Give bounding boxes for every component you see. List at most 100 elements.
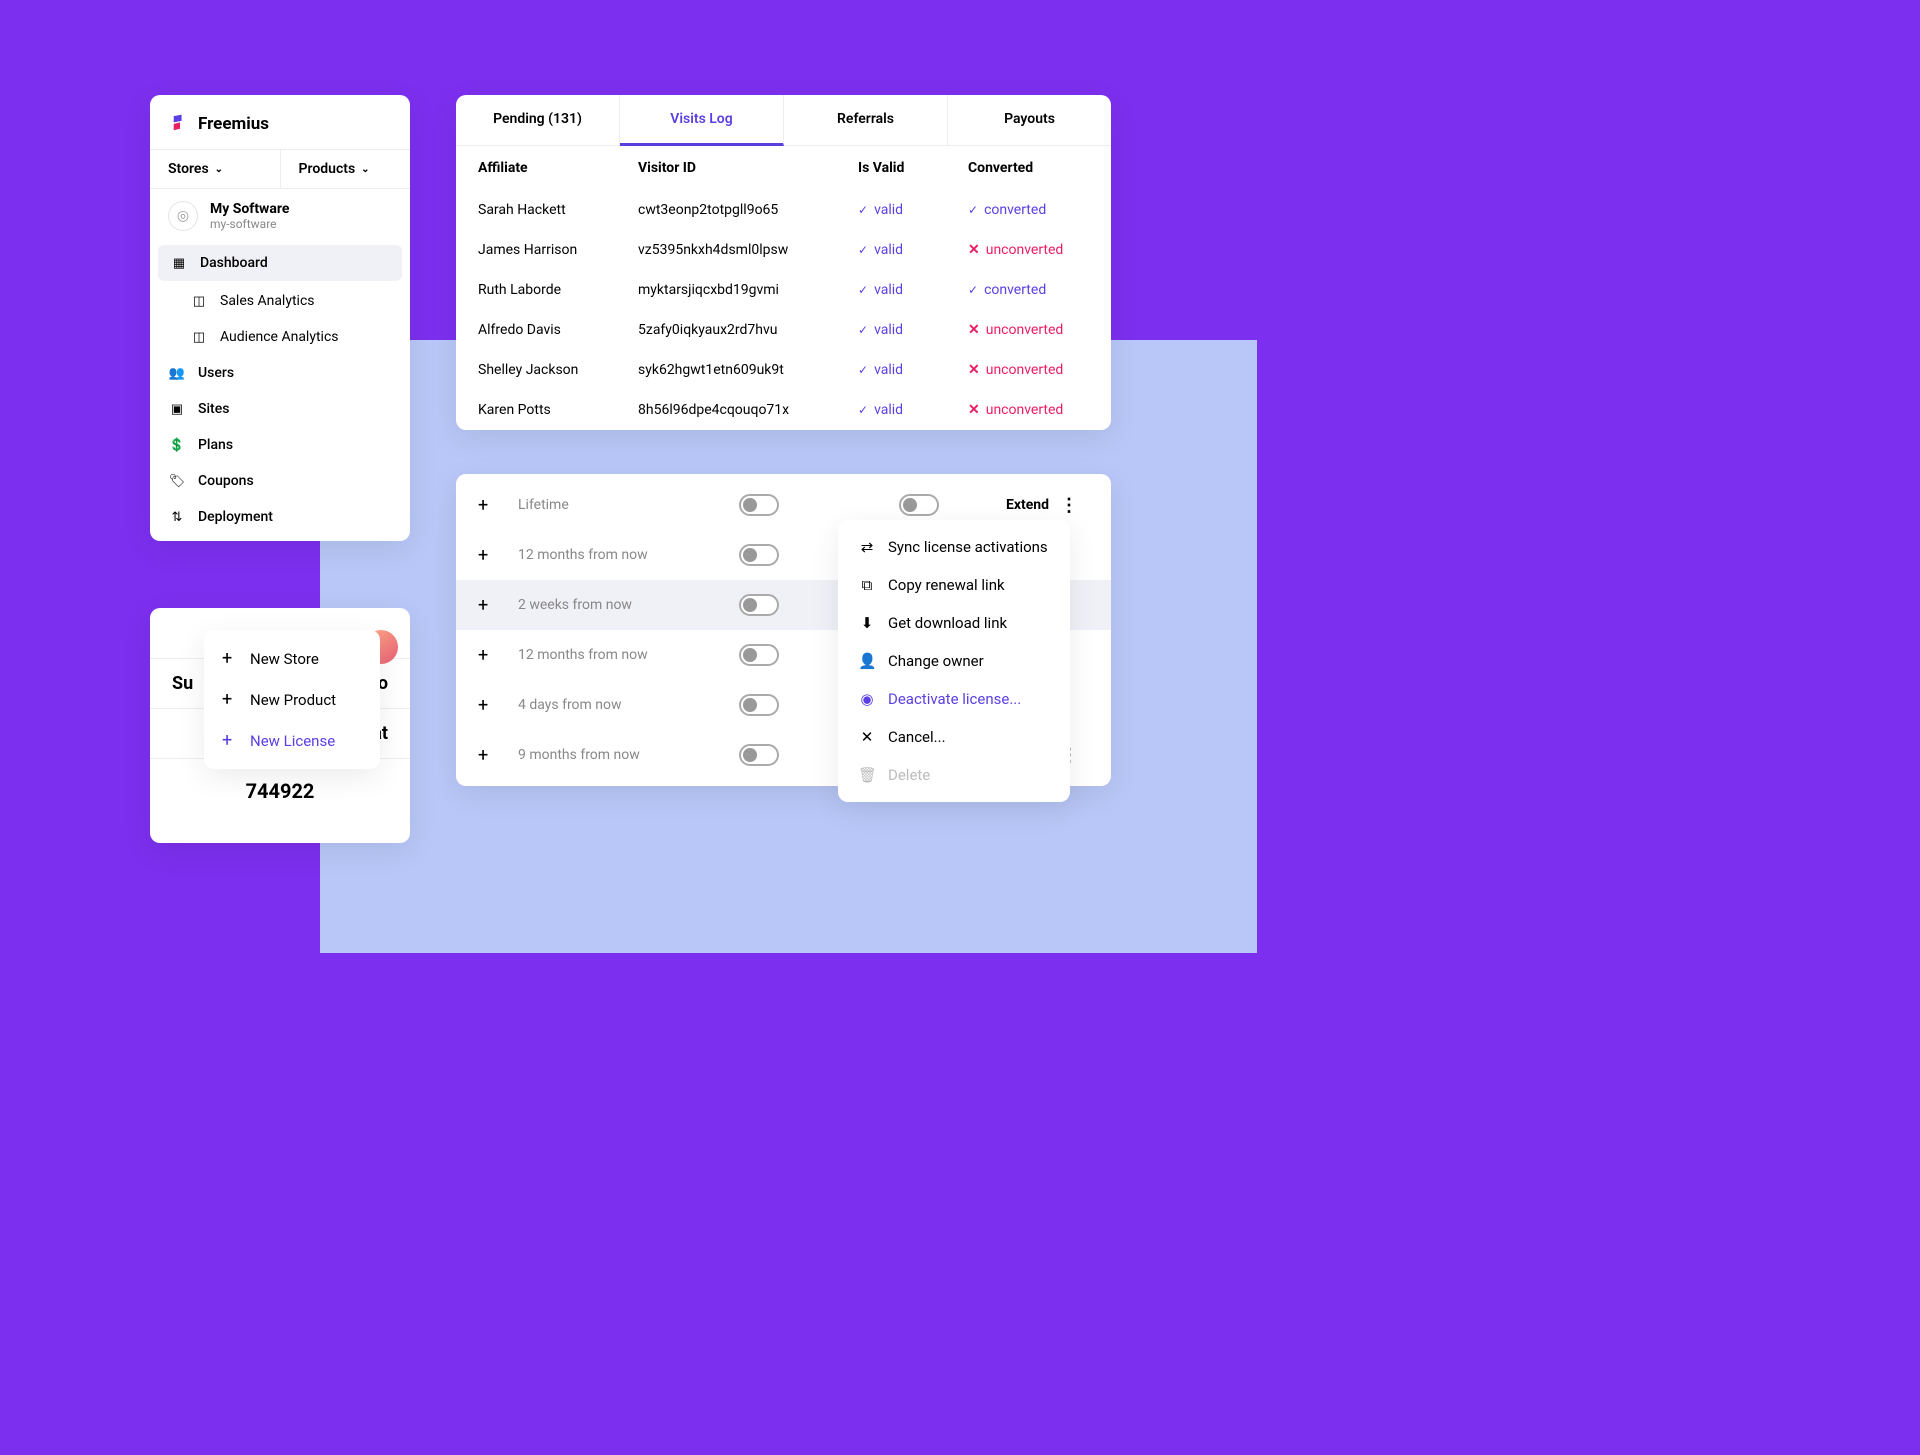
toggle-switch[interactable] [739,694,779,716]
table-row[interactable]: Sarah Hackett cwt3eonp2totpgll9o65 ✓ val… [456,190,1111,230]
sidebar-item-users[interactable]: 👥Users [150,355,410,391]
stat-label-a: Su [172,673,193,694]
expand-button[interactable]: + [478,495,518,516]
sidebar-item-plans[interactable]: 💲Plans [150,427,410,463]
sidebar-item-label: Coupons [198,473,254,489]
cross-icon: ✕ [968,402,980,418]
chevron-down-icon: ⌄ [215,164,223,175]
sidebar-panel: Freemius Stores ⌄ Products ⌄ ◎ My Softwa… [150,95,410,541]
license-label: 2 weeks from now [518,597,739,613]
toggle-switch[interactable] [739,494,779,516]
license-label: 12 months from now [518,647,739,663]
table-row[interactable]: Alfredo Davis 5zafy0iqkyaux2rd7hvu ✓ val… [456,310,1111,350]
sidebar-icon: ⇅ [168,510,186,525]
dropdown-item-cancel-[interactable]: ✕Cancel... [838,718,1070,756]
sidebar-icon: 💲 [168,438,186,453]
plus-icon: + [222,730,238,751]
dropdown-item-get-download-link[interactable]: ⬇ Get download link [838,604,1070,642]
dropdown-item-sync-license-activations[interactable]: ⇄Sync license activations [838,528,1070,566]
th-converted: Converted [968,146,1118,190]
sidebar-item-label: Dashboard [200,255,268,271]
toggle-switch[interactable] [739,644,779,666]
cell-converted: ✕ unconverted [968,390,1118,430]
license-label: Lifetime [518,497,739,513]
sidebar-icon: ▦ [170,256,188,271]
dropdown-icon: ◉ [858,690,876,708]
sidebar-icon: ◫ [190,294,208,309]
check-icon: ✓ [858,323,868,337]
new-menu-item-new-store[interactable]: +New Store [204,638,380,679]
product-header[interactable]: ◎ My Software my-software [150,189,410,243]
cell-converted: ✕ unconverted [968,350,1118,390]
cell-valid: ✓ valid [858,310,968,350]
sidebar-item-label: Users [198,365,234,381]
toggle-switch[interactable] [739,544,779,566]
tab-payouts[interactable]: Payouts [948,95,1111,146]
more-actions-button[interactable]: ⋮ [1049,495,1089,516]
product-slug: my-software [210,217,289,231]
cell-affiliate: Shelley Jackson [478,350,638,390]
cell-valid: ✓ valid [858,350,968,390]
sidebar-item-sites[interactable]: ▣ Sites [150,391,410,427]
cell-affiliate: Alfredo Davis [478,310,638,350]
cell-visitor: syk62hgwt1etn609uk9t [638,350,858,390]
expand-button[interactable]: + [478,545,518,566]
expand-button[interactable]: + [478,645,518,666]
dropdown-icon: ⧉ [858,576,876,594]
extend-button[interactable]: Extend [959,497,1049,513]
expand-button[interactable]: + [478,595,518,616]
sidebar-icon: ◫ [190,330,208,345]
nav-stores[interactable]: Stores ⌄ [150,150,281,188]
check-icon: ✓ [858,243,868,257]
product-icon: ◎ [168,201,198,231]
sidebar-item-sales-analytics[interactable]: ◫Sales Analytics [150,283,410,319]
license-label: 9 months from now [518,747,739,763]
cell-valid: ✓ valid [858,190,968,230]
check-icon: ✓ [968,283,978,297]
new-menu-item-new-license[interactable]: + New License [204,720,380,761]
sidebar-icon: ▣ [168,402,186,417]
sidebar-item-label: Audience Analytics [220,329,339,345]
dropdown-icon: ✕ [858,728,876,746]
sidebar-item-coupons[interactable]: 🏷Coupons [150,463,410,499]
cell-affiliate: Sarah Hackett [478,190,638,230]
plus-icon: + [222,689,238,710]
tab-referrals[interactable]: Referrals [784,95,948,146]
toggle-switch[interactable] [739,744,779,766]
cell-converted: ✕ unconverted [968,230,1118,270]
brand-name: Freemius [198,114,269,134]
expand-button[interactable]: + [478,695,518,716]
check-icon: ✓ [858,203,868,217]
chevron-down-icon: ⌄ [361,164,369,175]
sidebar-item-deployment[interactable]: ⇅ Deployment [150,499,410,535]
tab-visits-log[interactable]: Visits Log [620,95,784,146]
dropdown-item-deactivate-license-[interactable]: ◉ Deactivate license... [838,680,1070,718]
sidebar-item-label: Deployment [198,509,273,525]
tab-pending-[interactable]: Pending (131) [456,95,620,146]
new-menu-item-label: New License [250,732,335,750]
sidebar-item-dashboard[interactable]: ▦ Dashboard [158,245,402,281]
cell-affiliate: James Harrison [478,230,638,270]
cell-visitor: myktarsjiqcxbd19gvmi [638,270,858,310]
cell-affiliate: Ruth Laborde [478,270,638,310]
dropdown-icon: ⬇ [858,614,876,632]
cell-converted: ✓ converted [968,190,1118,230]
sidebar-item-audience-analytics[interactable]: ◫ Audience Analytics [150,319,410,355]
table-row[interactable]: Karen Potts 8h56l96dpe4cqouqo71x ✓ valid… [456,390,1111,430]
dropdown-item-copy-renewal-link[interactable]: ⧉Copy renewal link [838,566,1070,604]
table-row[interactable]: Shelley Jackson syk62hgwt1etn609uk9t ✓ v… [456,350,1111,390]
expand-button[interactable]: + [478,745,518,766]
dropdown-item-label: Deactivate license... [888,690,1021,708]
dropdown-item-change-owner[interactable]: 👤Change owner [838,642,1070,680]
toggle-switch[interactable] [739,594,779,616]
toggle-switch[interactable] [899,494,939,516]
brand-logo: Freemius [150,95,410,149]
check-icon: ✓ [858,283,868,297]
table-row[interactable]: Ruth Laborde myktarsjiqcxbd19gvmi ✓ vali… [456,270,1111,310]
new-menu-item-new-product[interactable]: +New Product [204,679,380,720]
cell-converted: ✕ unconverted [968,310,1118,350]
nav-products[interactable]: Products ⌄ [281,150,411,188]
dropdown-item-label: Get download link [888,614,1007,632]
sidebar-item-label: Sites [198,401,229,417]
table-row[interactable]: James Harrison vz5395nkxh4dsml0lpsw ✓ va… [456,230,1111,270]
